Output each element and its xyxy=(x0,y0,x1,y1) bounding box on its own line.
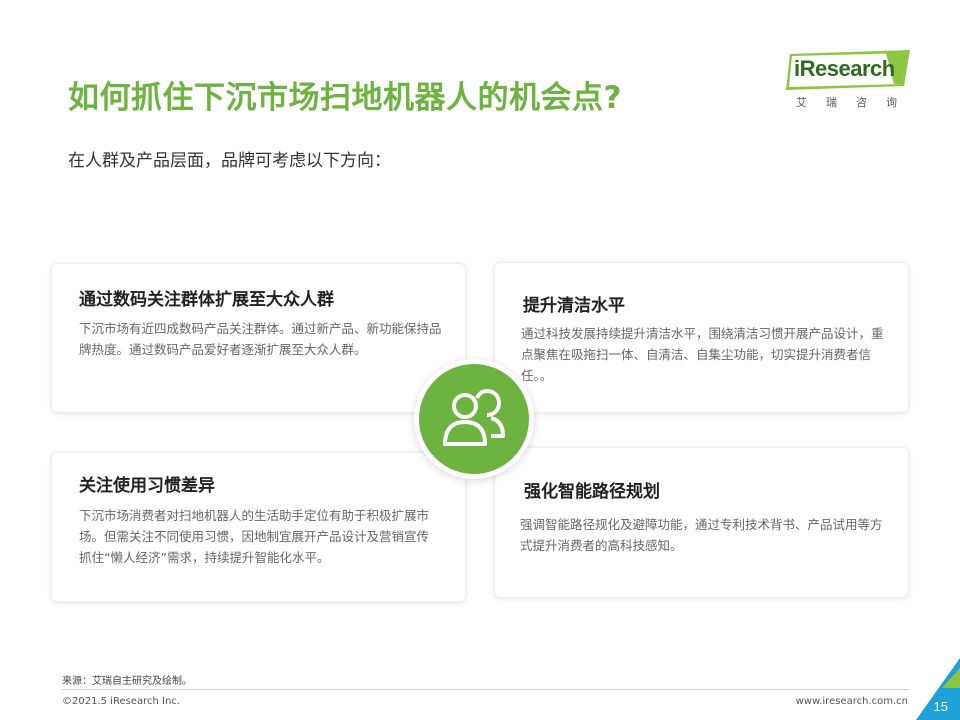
card-body: 下沉市场有近四成数码产品关注群体。通过新产品、新功能保持品牌热度。通过数码产品爱… xyxy=(79,318,451,360)
users-icon xyxy=(443,389,505,446)
center-badge xyxy=(414,359,534,479)
source-note: 来源：艾瑞自主研究及绘制。 xyxy=(62,676,192,687)
logo-subtitle: 艾瑞咨询 xyxy=(796,96,916,109)
card-title: 关注使用习惯差异 xyxy=(79,476,215,496)
iresearch-logo: iResearch 艾瑞咨询 xyxy=(786,50,914,112)
website-link[interactable]: www.iresearch.com.cn xyxy=(796,696,908,707)
card-paragraph: 下沉市场有近四成数码产品关注群体。通过新产品、新功能保持品牌热度。通过数码产品爱… xyxy=(79,321,442,357)
card-smart-path: 强化智能路径规划 强调智能路径规化及避障功能，通过专利技术背书、产品试用等方式提… xyxy=(494,447,909,598)
page-subtitle: 在人群及产品层面，品牌可考虑以下方向： xyxy=(68,151,391,171)
copyright: ©2021.5 iResearch Inc. xyxy=(62,696,180,707)
page-title: 如何抓住下沉市场扫地机器人的机会点? xyxy=(68,80,622,116)
page-number: 15 xyxy=(933,699,948,714)
card-digital-audience: 通过数码关注群体扩展至大众人群 下沉市场有近四成数码产品关注群体。通过新产品、新… xyxy=(51,263,466,413)
footer-divider xyxy=(62,689,908,690)
card-body: 强调智能路径规化及避障功能，通过专利技术背书、产品试用等方式提升消费者的高科技感… xyxy=(520,514,892,556)
card-body: 下沉市场消费者对扫地机器人的生活助手定位有助于积极扩展市场。但需关注不同使用习惯… xyxy=(79,505,451,568)
card-title: 提升清洁水平 xyxy=(523,296,625,316)
card-body: 通过科技发展持续提升清洁水平，围绕清洁习惯开展产品设计，重点聚焦在吸拖扫一体、自… xyxy=(521,323,889,386)
card-title: 强化智能路径规划 xyxy=(524,482,660,502)
card-usage-habits: 关注使用习惯差异 下沉市场消费者对扫地机器人的生活助手定位有助于积极扩展市场。但… xyxy=(51,452,466,602)
card-paragraph: 抓住“懒人经济”需求，持续提升智能化水平。 xyxy=(79,550,330,565)
card-paragraph: 下沉市场消费者对扫地机器人的生活助手定位有助于积极扩展市场。但需关注不同使用习惯… xyxy=(79,508,430,544)
card-paragraph: 通过科技发展持续提升清洁水平，围绕清洁习惯开展产品设计，重点聚焦在吸拖扫一体、自… xyxy=(521,326,884,383)
logo-name: iResearch xyxy=(794,56,895,81)
card-cleaning-level: 提升清洁水平 通过科技发展持续提升清洁水平，围绕清洁习惯开展产品设计，重点聚焦在… xyxy=(494,262,909,413)
card-title: 通过数码关注群体扩展至大众人群 xyxy=(79,290,334,310)
card-paragraph: 强调智能路径规化及避障功能，通过专利技术背书、产品试用等方式提升消费者的高科技感… xyxy=(520,517,883,553)
